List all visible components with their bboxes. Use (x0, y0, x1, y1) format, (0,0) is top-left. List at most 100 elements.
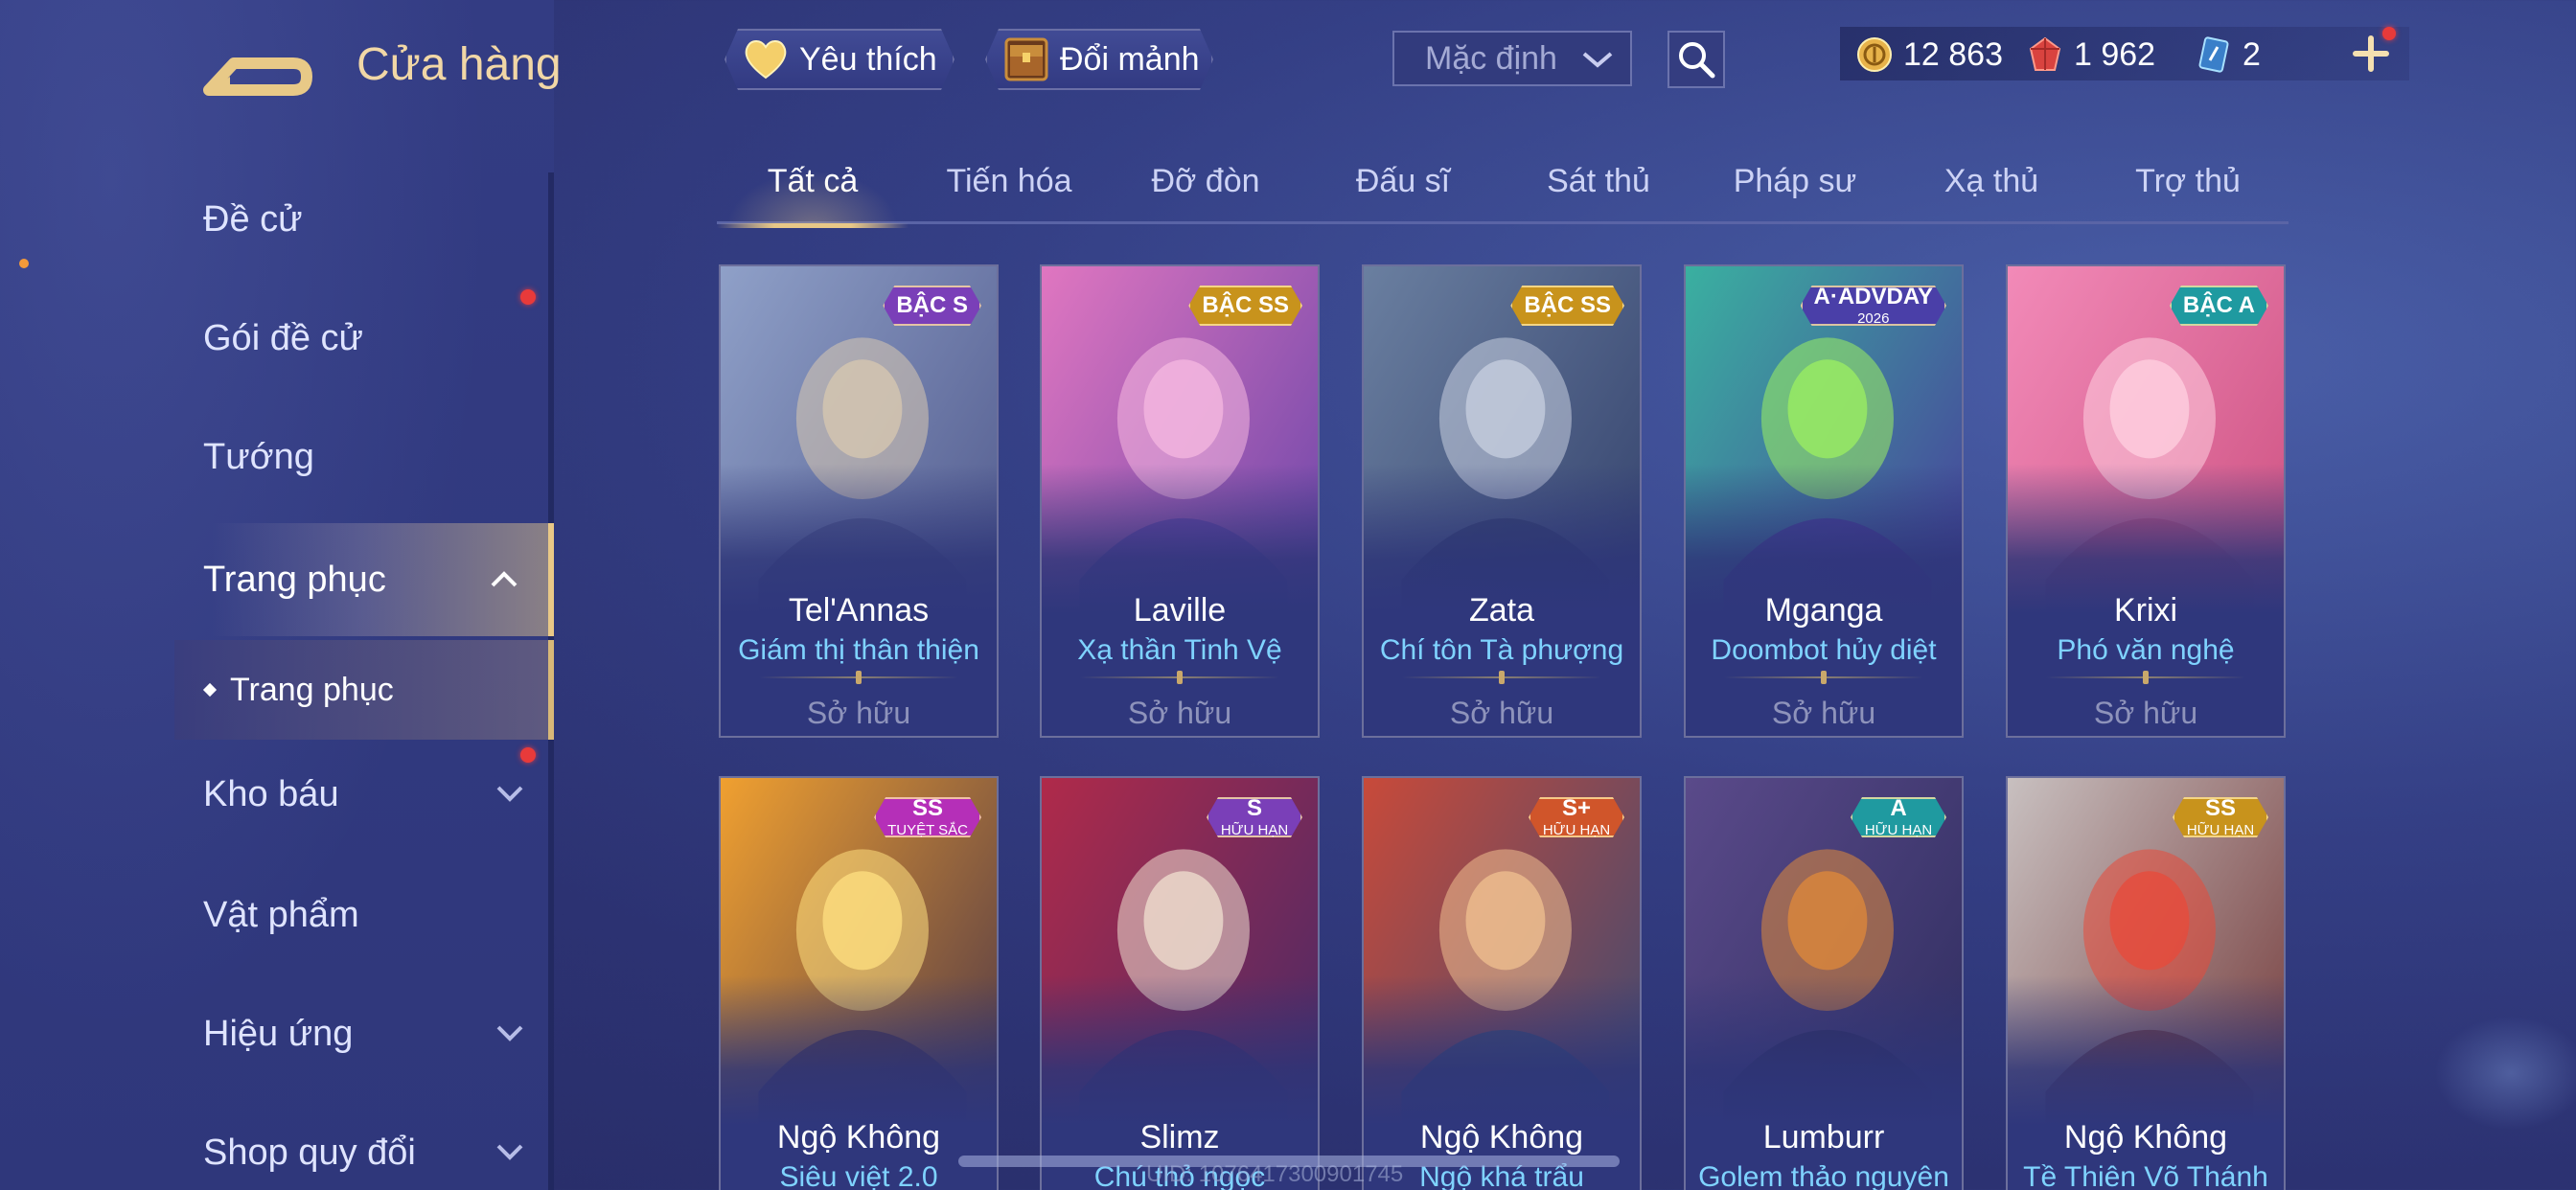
skin-card[interactable]: S+ HỮU HẠN Ngộ Không Ngộ khá trẩu (1362, 776, 1642, 1190)
hero-name: Krixi (2113, 592, 2178, 629)
skin-card[interactable]: BẬC A Krixi Phó văn nghệ Sở hữu (2006, 264, 2286, 738)
sidebar-item-label: Hiệu ứng (203, 1013, 354, 1054)
tab-mage[interactable]: Pháp sư (1699, 163, 1891, 224)
skin-card[interactable]: SS TUYỆT SẮC Ngộ Không Siêu việt 2.0 (719, 776, 999, 1190)
scrollbar[interactable] (958, 1156, 1620, 1167)
favorites-label: Yêu thích (799, 40, 937, 78)
skin-card[interactable]: BẬC SS Laville Xạ thần Tinh Vệ Sở hữu (1040, 264, 1320, 738)
rarity-badge: S HỮU HẠN (1207, 797, 1302, 837)
chevron-up-icon (491, 571, 518, 587)
badge-label: BẬC A (2182, 292, 2255, 318)
notification-dot (520, 747, 536, 763)
badge-sublabel: HỮU HẠN (2186, 822, 2255, 838)
rarity-badge: BẬC S (883, 286, 981, 326)
skin-card[interactable]: A·ADVDAY 2026 Mganga Doombot hủy diệt Sở hữu (1684, 264, 1964, 738)
favorites-button[interactable]: Yêu thích (724, 29, 954, 90)
rarity-badge: BẬC SS (1188, 286, 1302, 326)
badge-label: SS (2204, 795, 2236, 821)
gem-currency: 1 962 (2026, 33, 2155, 77)
search-icon (1679, 42, 1715, 79)
search-button[interactable] (1668, 31, 1725, 88)
chevron-down-icon (496, 1025, 523, 1041)
tab-assassin[interactable]: Sát thủ (1503, 163, 1694, 224)
tab-evolution[interactable]: Tiến hóa (913, 163, 1105, 224)
sidebar-item-effects[interactable]: Hiệu ứng (0, 981, 554, 1087)
sidebar-item-treasure[interactable]: Kho báu (0, 742, 554, 847)
sort-dropdown[interactable]: Mặc định (1392, 31, 1632, 86)
chevron-down-icon (496, 1144, 523, 1160)
sidebar-item-label: Tướng (203, 436, 314, 477)
skin-name: Giám thị thân thiện (738, 634, 979, 666)
sidebar-item-heroes[interactable]: Tướng (0, 404, 554, 510)
hero-name: Zata (1468, 592, 1535, 629)
tab-label: Xạ thủ (1944, 163, 2039, 199)
sidebar-item-exchange-shop[interactable]: Shop quy đổi (0, 1100, 554, 1190)
tab-support[interactable]: Trợ thủ (2092, 163, 2284, 224)
sidebar-item-label: Trang phục (203, 559, 386, 600)
tab-fighter[interactable]: Đấu sĩ (1307, 163, 1499, 224)
page-title: Cửa hàng (356, 39, 562, 90)
badge-label: S+ (1561, 795, 1592, 821)
sidebar-item-label: Gói đề cử (203, 317, 363, 358)
skin-name: Chí tôn Tà phượng (1379, 634, 1624, 666)
sidebar-item-recommended-packs[interactable]: Gói đề cử (0, 286, 554, 391)
chevron-down-icon (1582, 52, 1613, 68)
tab-marksman[interactable]: Xạ thủ (1896, 163, 2087, 224)
card-divider (2046, 676, 2245, 678)
badge-sublabel: HỮU HẠN (1864, 822, 1933, 838)
owned-status: Sở hữu (1127, 696, 1232, 730)
card-shade (2008, 974, 2284, 1190)
hero-name: Mganga (1764, 592, 1883, 629)
sidebar-item-label: Shop quy đổi (203, 1132, 416, 1173)
chevron-down-icon (496, 786, 523, 802)
skin-name: Golem thảo nguyên (1698, 1161, 1949, 1190)
skin-card[interactable]: A HỮU HẠN Lumburr Golem thảo nguyên (1684, 776, 1964, 1190)
tab-label: Tất cả (767, 163, 859, 199)
badge-sublabel: HỮU HẠN (1542, 822, 1611, 838)
sidebar-item-skins[interactable]: Trang phục (174, 523, 554, 636)
sidebar-item-label: Vật phẩm (203, 894, 359, 935)
skin-card[interactable]: SS HỮU HẠN Ngộ Không Tề Thiên Võ Thánh (2006, 776, 2286, 1190)
tab-tank[interactable]: Đỡ đòn (1110, 163, 1301, 224)
exchange-fragments-button[interactable]: Đổi mảnh (985, 29, 1213, 90)
hero-name: Laville (1133, 592, 1227, 629)
skin-card[interactable]: BẬC S Tel'Annas Giám thị thân thiện Sở hữu (719, 264, 999, 738)
sidebar-subitem-skins[interactable]: Trang phục (174, 640, 554, 740)
tab-all[interactable]: Tất cả (717, 163, 908, 228)
owned-status: Sở hữu (2093, 696, 2198, 730)
hero-name: Ngộ Không (776, 1119, 941, 1156)
rarity-badge: BẬC A (2170, 286, 2268, 326)
skin-name: Xạ thần Tinh Vệ (1077, 634, 1282, 666)
notification-dot (2382, 27, 2396, 40)
hero-name: Slimz (1139, 1119, 1220, 1156)
exchange-fragments-label: Đổi mảnh (1060, 40, 1200, 78)
rarity-badge: A·ADVDAY 2026 (1801, 286, 1946, 326)
skin-name: Doombot hủy diệt (1711, 634, 1937, 666)
card-divider (1724, 676, 1923, 678)
rarity-badge: BẬC SS (1510, 286, 1624, 326)
badge-label: A (1890, 795, 1907, 821)
skin-card[interactable]: BẬC SS Zata Chí tôn Tà phượng Sở hữu (1362, 264, 1642, 738)
sidebar-subitem-label: Trang phục (230, 671, 394, 708)
ticket-amount: 2 (2242, 35, 2261, 73)
diamond-icon (202, 682, 218, 698)
card-divider (1402, 676, 1601, 678)
back-arrow-icon[interactable] (201, 34, 312, 98)
sidebar-item-label: Kho báu (203, 773, 339, 814)
skin-name: Tề Thiên Võ Thánh (2023, 1161, 2268, 1190)
owned-status: Sở hữu (806, 696, 911, 730)
rarity-badge: A HỮU HẠN (1851, 797, 1946, 837)
rarity-badge: S+ HỮU HẠN (1529, 797, 1624, 837)
sidebar-item-items[interactable]: Vật phẩm (0, 862, 554, 968)
card-divider (759, 676, 958, 678)
badge-label: BẬC S (896, 292, 968, 318)
sidebar-item-recommended[interactable]: Đề cử (0, 167, 554, 272)
treasure-chest-icon (1000, 34, 1052, 85)
tab-label: Tiến hóa (946, 163, 1072, 199)
hero-name: Ngộ Không (2063, 1119, 2228, 1156)
owned-status: Sở hữu (1771, 696, 1876, 730)
badge-label: BẬC SS (1202, 292, 1289, 318)
owned-status: Sở hữu (1449, 696, 1554, 730)
skin-card[interactable]: S HỮU HẠN Slimz Chú thỏ ngọc (1040, 776, 1320, 1190)
notification-dot (520, 289, 536, 305)
